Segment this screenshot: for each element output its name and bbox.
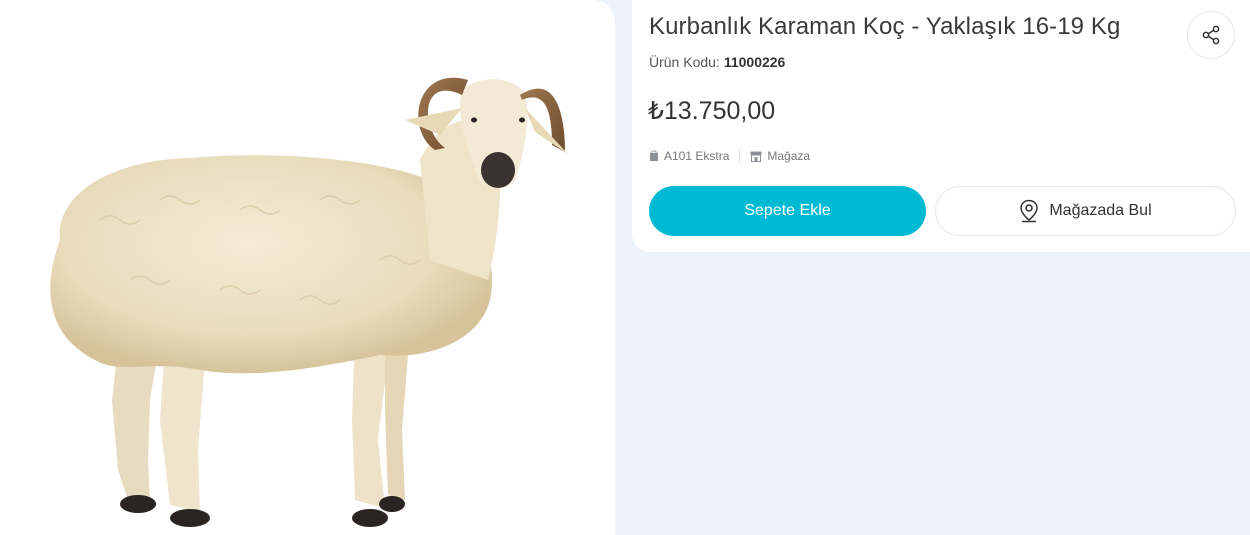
product-code-value: 11000226 (723, 54, 786, 70)
product-code-label: Ürün Kodu: (649, 54, 720, 70)
tag-divider (739, 149, 741, 163)
product-code-row: Ürün Kodu: 11000226 (649, 54, 785, 70)
share-icon (1202, 25, 1220, 45)
find-in-store-button[interactable]: Mağazada Bul (935, 186, 1236, 236)
share-button[interactable] (1187, 11, 1235, 59)
tag-label: Mağaza (767, 149, 811, 163)
product-title: Kurbanlık Karaman Koç - Yaklaşık 16-19 K… (649, 13, 1121, 40)
add-to-cart-label: Sepete Ekle (744, 202, 831, 219)
shopping-bag-icon (650, 150, 658, 161)
location-pin-icon (1020, 199, 1039, 223)
add-to-cart-button[interactable]: Sepete Ekle (649, 186, 926, 236)
tag-label: A101 Ekstra (664, 149, 730, 163)
tag-a101-ekstra: A101 Ekstra (649, 149, 729, 163)
product-info-card: Kurbanlık Karaman Koç - Yaklaşık 16-19 K… (632, 0, 1250, 252)
product-image-ram[interactable] (0, 0, 615, 535)
tag-magaza: Mağaza (750, 149, 810, 163)
product-tags: A101 Ekstra Mağaza (649, 149, 810, 163)
find-in-store-label: Mağazada Bul (1049, 202, 1152, 219)
product-price: ₺13.750,00 (648, 97, 776, 125)
store-icon (750, 151, 762, 162)
product-image-panel (0, 0, 615, 535)
